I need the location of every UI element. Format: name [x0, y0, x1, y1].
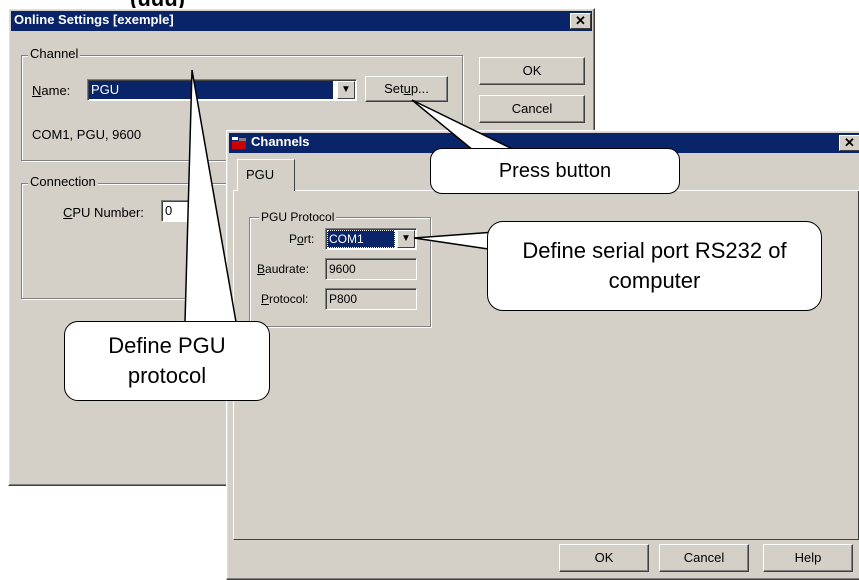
- define-serial-pointer: [413, 231, 496, 251]
- press-button-callout-text: Press button: [498, 160, 612, 182]
- define-serial-callout-text: Define serial port RS232 of computer: [522, 238, 787, 293]
- define-pgu-callout: Define PGU protocol: [64, 321, 270, 401]
- define-serial-callout: Define serial port RS232 of computer: [487, 221, 822, 311]
- press-button-callout: Press button: [430, 148, 680, 194]
- define-pgu-pointer: [184, 69, 237, 323]
- define-pgu-callout-text: Define PGU protocol: [108, 333, 226, 388]
